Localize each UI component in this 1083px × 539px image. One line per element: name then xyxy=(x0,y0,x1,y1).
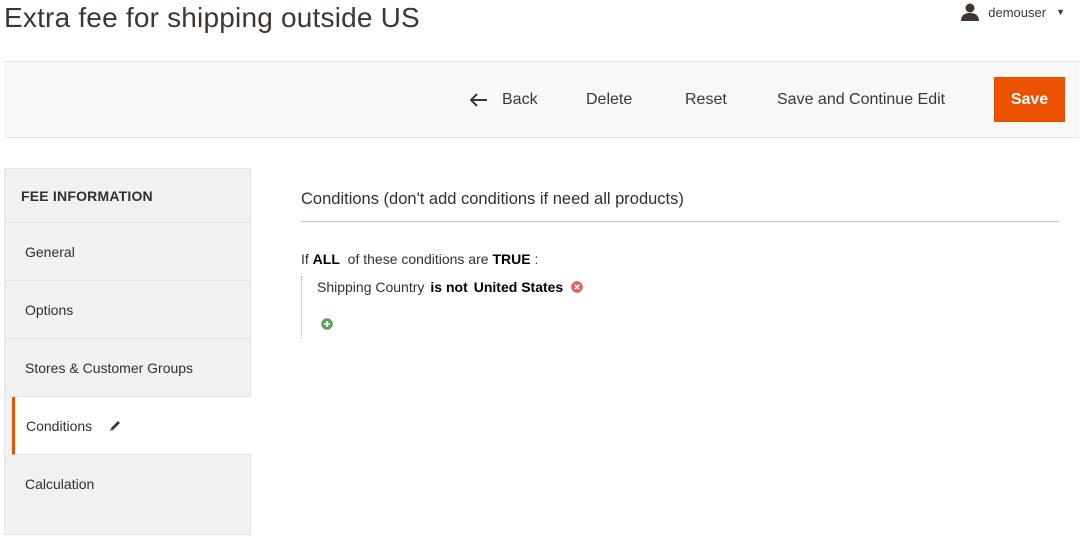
condition-value[interactable]: United States xyxy=(474,276,563,298)
sidebar-item-label: Conditions xyxy=(26,417,93,434)
condition-operator[interactable]: is not xyxy=(430,276,467,298)
condition-attribute[interactable]: Shipping Country xyxy=(317,276,424,298)
sidebar-item-options[interactable]: Options xyxy=(5,281,250,339)
user-icon xyxy=(961,3,980,21)
user-account-menu[interactable]: demouser ▼ xyxy=(960,2,1065,22)
reset-button[interactable]: Reset xyxy=(685,62,727,137)
sidebar-item-general[interactable]: General xyxy=(5,223,250,281)
page-actions-toolbar: Back Delete Reset Save and Continue Edit… xyxy=(4,61,1079,138)
aggregator-select[interactable]: ALL xyxy=(313,251,340,267)
sidebar-item-calculation[interactable]: Calculation xyxy=(5,455,250,513)
save-button[interactable]: Save xyxy=(994,77,1065,122)
add-condition-icon[interactable] xyxy=(321,318,333,330)
page-title: Extra fee for shipping outside US xyxy=(4,2,420,33)
save-and-continue-button[interactable]: Save and Continue Edit xyxy=(777,62,945,137)
sidebar-item-label: Options xyxy=(25,301,74,318)
user-name: demouser xyxy=(988,4,1047,20)
rule-children: Shipping Country is not United States xyxy=(301,276,583,338)
remove-condition-icon[interactable] xyxy=(571,281,583,293)
arrow-left-icon xyxy=(470,92,487,107)
pencil-icon xyxy=(110,420,121,431)
value-select[interactable]: TRUE xyxy=(492,251,530,267)
sidebar-item-label: Calculation xyxy=(25,476,95,492)
sidebar-tabs: FEE INFORMATION General Options Stores &… xyxy=(4,168,252,535)
conditions-section: Conditions (don't add conditions if need… xyxy=(301,190,1059,222)
section-heading: Conditions (don't add conditions if need… xyxy=(301,190,1059,222)
rule-aggregator-line: If ALL of these conditions are TRUE : xyxy=(301,248,583,270)
rule-middle-text: of these conditions are xyxy=(347,251,489,267)
chevron-down-icon: ▼ xyxy=(1056,7,1065,17)
rule-suffix: : xyxy=(534,251,539,267)
condition-rule-tree: If ALL of these conditions are TRUE : Sh… xyxy=(301,248,583,338)
sidebar-item-label: Stores & Customer Groups xyxy=(25,359,194,376)
rule-prefix: If xyxy=(301,251,309,267)
sidebar-section-title: FEE INFORMATION xyxy=(5,169,250,223)
delete-button[interactable]: Delete xyxy=(586,62,632,137)
sidebar-item-conditions[interactable]: Conditions xyxy=(12,397,252,455)
condition-item: Shipping Country is not United States xyxy=(317,276,583,298)
back-button-label: Back xyxy=(502,90,538,108)
sidebar-item-stores-customer-groups[interactable]: Stores & Customer Groups xyxy=(5,339,250,397)
sidebar-item-label: General xyxy=(25,243,75,260)
back-button[interactable]: Back xyxy=(470,62,538,137)
